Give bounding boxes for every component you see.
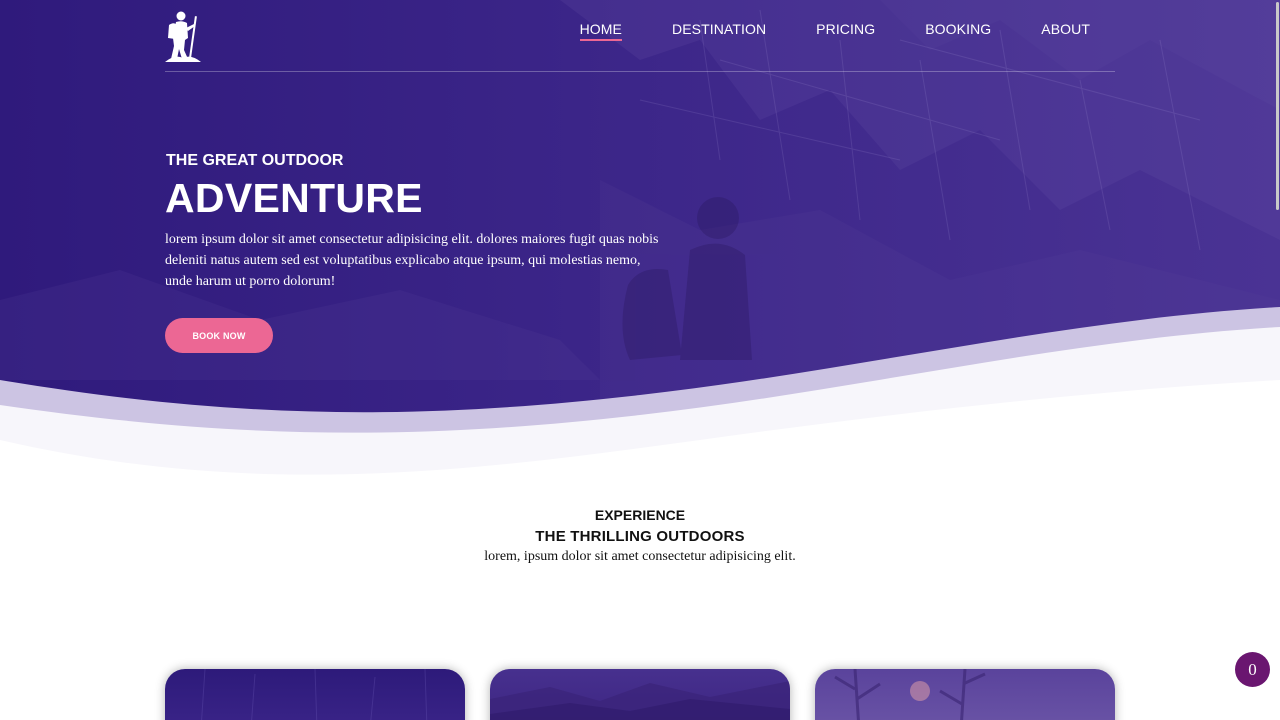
section-kicker: EXPERIENCE — [594, 507, 686, 523]
hero-section: HOME DESTINATION PRICING BOOKING ABOUT T… — [0, 0, 1280, 500]
experience-section: EXPERIENCE THE THRILLING OUTDOORS lorem,… — [0, 507, 1280, 565]
hero-description: lorem ipsum dolor sit amet consectetur a… — [165, 232, 659, 289]
destination-card[interactable] — [490, 669, 790, 720]
nav-home-link[interactable]: HOME — [579, 21, 622, 41]
nav-booking-link[interactable]: BOOKING — [925, 21, 991, 41]
destination-card[interactable] — [815, 669, 1115, 720]
book-now-button[interactable]: BOOK NOW — [165, 318, 273, 353]
top-navbar: HOME DESTINATION PRICING BOOKING ABOUT — [165, 0, 1115, 72]
hero-content: THE GREAT OUTDOOR ADVENTURE lorem ipsum … — [165, 152, 665, 353]
hero-title: ADVENTURE — [165, 175, 423, 221]
notification-badge[interactable]: 0 — [1235, 652, 1270, 687]
hiker-icon[interactable] — [165, 10, 201, 62]
scrollbar-thumb[interactable] — [1276, 2, 1279, 210]
mountain-photo — [490, 681, 790, 720]
nav-about-link[interactable]: ABOUT — [1041, 21, 1090, 41]
nav-links: HOME DESTINATION PRICING BOOKING ABOUT — [530, 21, 1090, 41]
nav-pricing-link[interactable]: PRICING — [816, 21, 875, 41]
outdoor-photo — [201, 669, 428, 720]
destination-card[interactable] — [165, 669, 465, 720]
page-scrollbar[interactable] — [1275, 0, 1280, 720]
section-title: THE THRILLING OUTDOORS — [535, 528, 745, 545]
nav-destination-link[interactable]: DESTINATION — [672, 21, 766, 41]
section-description: lorem, ipsum dolor sit amet consectetur … — [484, 549, 796, 564]
forest-photo — [834, 669, 986, 720]
hero-kicker: THE GREAT OUTDOOR — [166, 152, 344, 169]
